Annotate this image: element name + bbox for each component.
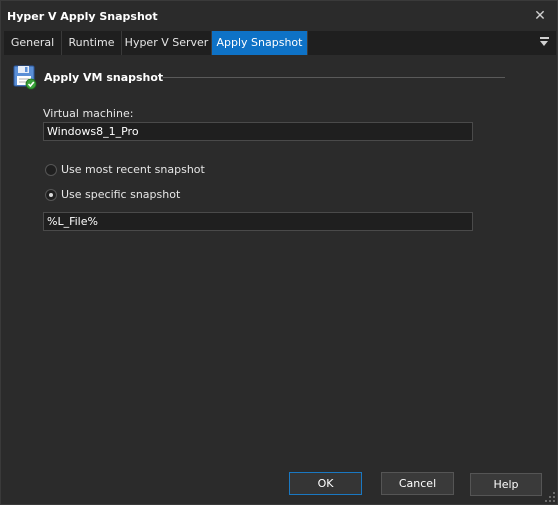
window-title: Hyper V Apply Snapshot bbox=[7, 10, 158, 23]
section-title: Apply VM snapshot bbox=[44, 71, 164, 84]
tab-general[interactable]: General bbox=[4, 31, 62, 55]
radio-specific-label: Use specific snapshot bbox=[61, 188, 181, 201]
close-icon: ✕ bbox=[534, 8, 546, 24]
cancel-button[interactable]: Cancel bbox=[381, 472, 454, 495]
radio-button-checked[interactable] bbox=[45, 189, 57, 201]
virtual-machine-input[interactable] bbox=[43, 122, 473, 141]
dialog-window: Hyper V Apply Snapshot ✕ General Runtime… bbox=[0, 0, 558, 505]
floppy-disk-check-icon bbox=[13, 65, 37, 90]
tab-apply-snapshot[interactable]: Apply Snapshot bbox=[212, 31, 308, 55]
close-button[interactable]: ✕ bbox=[529, 5, 551, 27]
title-bar: Hyper V Apply Snapshot ✕ bbox=[1, 1, 557, 31]
help-button[interactable]: Help bbox=[470, 473, 542, 496]
ok-button[interactable]: OK bbox=[289, 472, 362, 495]
section-divider bbox=[163, 77, 505, 78]
tab-bar: General Runtime Hyper V Server Apply Sna… bbox=[4, 31, 556, 55]
tab-menu-icon[interactable] bbox=[538, 35, 552, 51]
snapshot-name-input[interactable] bbox=[43, 212, 473, 231]
tab-runtime[interactable]: Runtime bbox=[62, 31, 122, 55]
virtual-machine-label: Virtual machine: bbox=[43, 107, 134, 120]
resize-grip-icon[interactable] bbox=[545, 492, 555, 502]
tab-hyper-v-server[interactable]: Hyper V Server bbox=[122, 31, 212, 55]
radio-button-unchecked[interactable] bbox=[45, 164, 57, 176]
radio-most-recent-label: Use most recent snapshot bbox=[61, 163, 205, 176]
